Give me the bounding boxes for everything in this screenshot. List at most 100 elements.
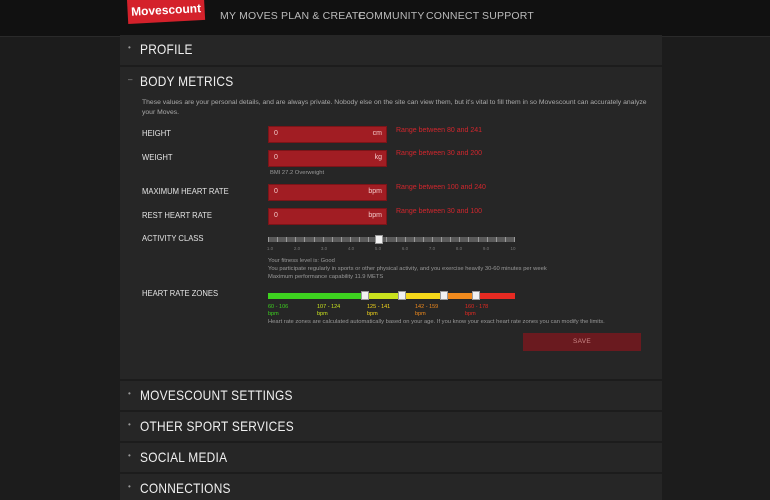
slider-tick-label: 5.0 <box>374 246 382 251</box>
profile-section: • PROFILE <box>120 35 662 65</box>
activity-class-slider[interactable] <box>268 237 515 242</box>
max-heart-rate-range-hint: Range between 100 and 240 <box>396 184 486 191</box>
slider-tick <box>368 237 369 242</box>
slider-tick-label: 1.0 <box>266 246 274 251</box>
other-sport-services-section: • OTHER SPORT SERVICES <box>120 412 662 441</box>
heart-rate-zone-limit-handle[interactable] <box>440 291 448 300</box>
slider-tick <box>295 237 296 242</box>
body-metrics-title: BODY METRICS <box>140 73 234 89</box>
slider-tick <box>468 237 469 242</box>
nav-connect[interactable]: CONNECT <box>426 0 479 32</box>
heart-rate-zone-limit-handle[interactable] <box>472 291 480 300</box>
expand-icon: • <box>128 389 131 398</box>
slider-tick <box>505 237 506 242</box>
slider-tick <box>277 237 278 242</box>
nav-plan-create[interactable]: PLAN & CREATE <box>281 0 366 32</box>
profile-section-header[interactable]: • PROFILE <box>120 35 662 65</box>
social-media-section: • SOCIAL MEDIA <box>120 443 662 472</box>
slider-tick <box>396 237 397 242</box>
heart-rate-zones-note: Heart rate zones are calculated automati… <box>268 319 605 325</box>
activity-description: You participate regularly in sports or o… <box>268 266 547 272</box>
rest-heart-rate-value: 0 <box>274 212 278 219</box>
heart-rate-zones-label: HEART RATE ZONES <box>142 288 219 298</box>
heart-rate-zone-bar <box>476 293 515 299</box>
max-heart-rate-value: 0 <box>274 188 278 195</box>
max-heart-rate-field[interactable]: 0 bpm <box>268 184 387 201</box>
weight-field[interactable]: 0 kg <box>268 150 387 167</box>
weight-unit: kg <box>374 154 382 161</box>
slider-tick <box>332 237 333 242</box>
slider-tick <box>487 237 488 242</box>
activity-class-label: ACTIVITY CLASS <box>142 233 204 243</box>
max-heart-rate-unit: bpm <box>368 188 382 195</box>
slider-tick <box>341 237 342 242</box>
social-media-section-header[interactable]: • SOCIAL MEDIA <box>120 443 662 473</box>
slider-tick <box>496 237 497 242</box>
rest-heart-rate-unit: bpm <box>368 212 382 219</box>
slider-tick <box>304 237 305 242</box>
slider-tick <box>286 237 287 242</box>
body-metrics-intro: These values are your personal details, … <box>142 99 647 116</box>
weight-label: WEIGHT <box>142 152 173 162</box>
slider-tick <box>314 237 315 242</box>
heart-rate-zone-label: 60 - 106 bpm <box>268 304 289 317</box>
other-sport-services-section-header[interactable]: • OTHER SPORT SERVICES <box>120 412 662 442</box>
slider-tick <box>268 237 269 242</box>
slider-tick <box>386 237 387 242</box>
slider-tick-label: 7.0 <box>428 246 436 251</box>
nav-community[interactable]: COMMUNITY <box>358 0 425 32</box>
heart-rate-zone-limit-handle[interactable] <box>361 291 369 300</box>
movescount-settings-section: • MOVESCOUNT SETTINGS <box>120 381 662 410</box>
performance-capability: Maximum performance capability 11.9 METS <box>268 274 384 280</box>
slider-tick-label: 3.0 <box>320 246 328 251</box>
height-label: HEIGHT <box>142 128 171 138</box>
activity-class-slider-handle[interactable] <box>375 235 384 244</box>
slider-tick <box>441 237 442 242</box>
save-button[interactable]: SAVE <box>523 333 641 351</box>
height-field[interactable]: 0 cm <box>268 126 387 143</box>
connections-section-header[interactable]: • CONNECTIONS <box>120 474 662 500</box>
heart-rate-zone-bar <box>402 293 444 299</box>
movescount-settings-title: MOVESCOUNT SETTINGS <box>140 387 293 403</box>
expand-icon: • <box>128 420 131 429</box>
slider-tick <box>423 237 424 242</box>
heart-rate-zone-label: 125 - 141 bpm <box>367 304 391 317</box>
slider-tick <box>350 237 351 242</box>
max-heart-rate-label: MAXIMUM HEART RATE <box>142 186 229 196</box>
heart-rate-zone-label: 142 - 159 bpm <box>415 304 439 317</box>
heart-rate-zone-limit-handle[interactable] <box>398 291 406 300</box>
top-navigation-bar: Movescount MY MOVES PLAN & CREATE COMMUN… <box>0 0 770 37</box>
rest-heart-rate-range-hint: Range between 30 and 100 <box>396 208 483 215</box>
collapse-icon: – <box>128 75 133 84</box>
weight-range-hint: Range between 30 and 200 <box>396 150 483 157</box>
body-metrics-section-header[interactable]: – BODY METRICS <box>120 67 662 97</box>
movescount-logo[interactable]: Movescount <box>127 0 206 24</box>
heart-rate-zone-bar <box>268 293 365 299</box>
expand-icon: • <box>128 482 131 491</box>
movescount-settings-section-header[interactable]: • MOVESCOUNT SETTINGS <box>120 381 662 411</box>
slider-tick <box>414 237 415 242</box>
slider-tick-label: 10 <box>510 246 516 251</box>
connections-title: CONNECTIONS <box>140 480 231 496</box>
heart-rate-zone-label: 107 - 124 bpm <box>317 304 341 317</box>
expand-icon: • <box>128 451 131 460</box>
slider-tick <box>478 237 479 242</box>
slider-tick-label: 6.0 <box>401 246 409 251</box>
slider-tick <box>359 237 360 242</box>
nav-support[interactable]: SUPPORT <box>482 0 534 32</box>
slider-tick-label: 8.0 <box>455 246 463 251</box>
height-value: 0 <box>274 130 278 137</box>
slider-tick <box>514 237 515 242</box>
slider-tick <box>405 237 406 242</box>
social-media-title: SOCIAL MEDIA <box>140 449 228 465</box>
slider-tick-label: 9.0 <box>482 246 490 251</box>
slider-tick <box>432 237 433 242</box>
slider-tick <box>450 237 451 242</box>
connections-section: • CONNECTIONS <box>120 474 662 500</box>
profile-title: PROFILE <box>140 41 193 57</box>
nav-my-moves[interactable]: MY MOVES <box>220 0 278 32</box>
rest-heart-rate-field[interactable]: 0 bpm <box>268 208 387 225</box>
rest-heart-rate-label: REST HEART RATE <box>142 210 213 220</box>
heart-rate-zone-label: 160 - 178 bpm <box>465 304 489 317</box>
height-unit: cm <box>372 130 382 137</box>
